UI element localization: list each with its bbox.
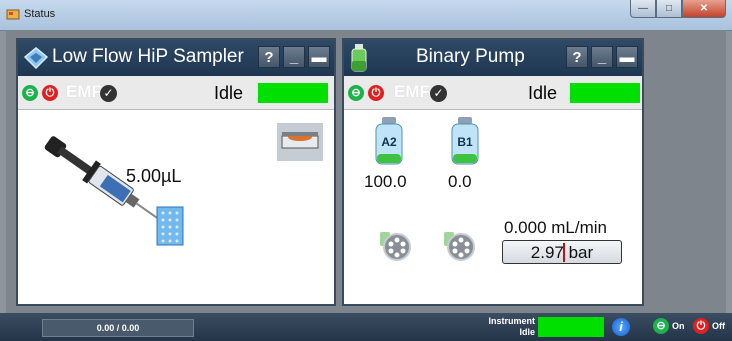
- sample-tray-icon[interactable]: [276, 122, 324, 162]
- pressure-marker: [563, 243, 565, 262]
- instrument-on-label: On: [672, 321, 685, 331]
- sampler-panel: Low Flow HiP Sampler ? _ ▬ ⊖ ⏻ EMF ✓ Idl…: [16, 38, 336, 306]
- sampler-status-row: ⊖ ⏻ EMF ✓ Idle: [18, 76, 334, 110]
- solvent-valve-icon[interactable]: [376, 228, 412, 262]
- run-progress: 0.00 / 0.00: [42, 319, 194, 337]
- sampler-on-button[interactable]: ⊖: [22, 85, 38, 101]
- app-icon: [6, 9, 20, 20]
- pump-header: Binary Pump ? _ ▬: [344, 40, 642, 76]
- sampler-off-button[interactable]: ⏻: [42, 85, 58, 101]
- bottle-b-label: B1: [457, 135, 473, 149]
- instrument-on-button[interactable]: ⊖ On: [653, 318, 685, 334]
- bottle-a-label: A2: [381, 135, 397, 149]
- flow-rate: 0.000 mL/min: [504, 218, 607, 237]
- pump-off-button[interactable]: ⏻: [368, 85, 384, 101]
- window-title: Status: [24, 8, 56, 20]
- power-off-icon: ⏻: [693, 318, 709, 334]
- pump-module-icon: [351, 44, 367, 72]
- pump-minimize-button[interactable]: _: [591, 46, 613, 68]
- sampler-help-button[interactable]: ?: [258, 46, 280, 68]
- sample-plate-icon: [156, 206, 184, 246]
- instrument-off-label: Off: [712, 321, 725, 331]
- sampler-title: Low Flow HiP Sampler: [52, 46, 244, 67]
- sampler-emf-label: EMF: [66, 82, 102, 101]
- pump-maximize-button[interactable]: ▬: [616, 46, 638, 68]
- instrument-status-text: Instrument Idle: [472, 316, 535, 338]
- bottle-a-value: 100.0: [364, 172, 407, 191]
- instrument-state-indicator: [538, 317, 604, 337]
- bottle-b[interactable]: B1: [448, 116, 482, 166]
- sampler-module-icon: [24, 47, 48, 69]
- close-button[interactable]: ✕: [682, 0, 726, 18]
- pump-status-row: ⊖ ⏻ EMF ✓ Idle: [344, 76, 642, 110]
- sampler-minimize-button[interactable]: _: [283, 46, 305, 68]
- pump-body: A2 B1 100.0 0.0 0.000 mL/min 2.97 bar: [344, 110, 642, 304]
- instrument-state: Idle: [519, 327, 535, 337]
- power-on-icon: ⊖: [653, 318, 669, 334]
- pump-state-label: Idle: [528, 83, 558, 103]
- instrument-off-button[interactable]: ⏻ Off: [693, 318, 725, 334]
- sampler-body: 5.00µL: [18, 110, 334, 304]
- bottle-a[interactable]: A2: [372, 116, 406, 166]
- sampler-maximize-button[interactable]: ▬: [308, 46, 330, 68]
- instrument-status-bar: 0.00 / 0.00 Instrument Idle i ⊖ On ⏻ Off: [0, 313, 732, 341]
- pump-on-button[interactable]: ⊖: [348, 85, 364, 101]
- maximize-button[interactable]: □: [656, 0, 682, 18]
- instrument-label: Instrument: [488, 316, 535, 326]
- sampler-state-indicator: [258, 83, 328, 103]
- window-titlebar: Status — □ ✕: [0, 0, 732, 31]
- pump-emf-check-icon: ✓: [430, 85, 447, 102]
- pump-state-indicator: [570, 83, 640, 103]
- info-icon[interactable]: i: [612, 318, 630, 336]
- pump-title: Binary Pump: [416, 46, 525, 67]
- pump-emf-label: EMF: [394, 82, 430, 101]
- pump-help-button[interactable]: ?: [566, 46, 588, 68]
- sampler-emf-check-icon: ✓: [100, 85, 117, 102]
- sampler-state-label: Idle: [214, 83, 244, 103]
- pressure-value: 2.97 bar: [530, 243, 594, 262]
- window-controls: — □ ✕: [630, 0, 726, 20]
- pressure-gauge: 2.97 bar: [502, 240, 622, 264]
- bottle-b-value: 0.0: [448, 172, 472, 191]
- status-client-area: Low Flow HiP Sampler ? _ ▬ ⊖ ⏻ EMF ✓ Idl…: [6, 30, 726, 313]
- injection-volume: 5.00µL: [126, 166, 182, 186]
- minimize-button[interactable]: —: [630, 0, 656, 18]
- sampler-header: Low Flow HiP Sampler ? _ ▬: [18, 40, 334, 76]
- pump-panel: Binary Pump ? _ ▬ ⊖ ⏻ EMF ✓ Idle A2 B1 1…: [342, 38, 644, 306]
- purge-valve-icon[interactable]: [440, 228, 476, 262]
